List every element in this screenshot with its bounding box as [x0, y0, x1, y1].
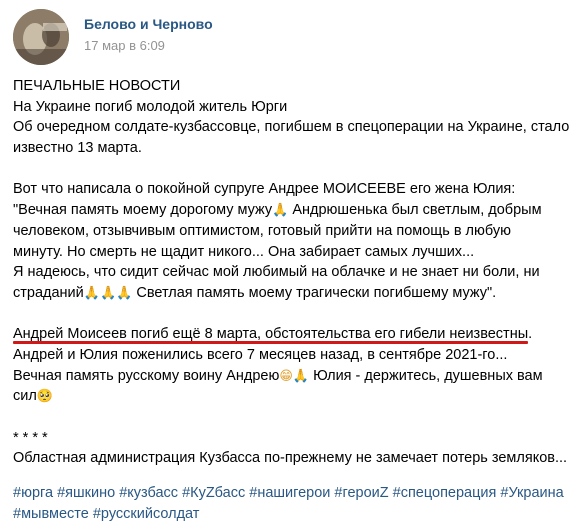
hashtag-link[interactable]: #мывместе: [13, 506, 89, 522]
hashtag-link[interactable]: #героиZ: [334, 485, 388, 501]
text-line: сил🥺: [13, 386, 573, 407]
text-line: Я надеюсь, что сидит сейчас мой любимый …: [13, 264, 540, 281]
text-line: страданий🙏🙏🙏 Светлая память моему трагич…: [13, 283, 573, 304]
hashtag-link[interactable]: #яшкино: [57, 485, 115, 501]
pray-emoji-icon: 🙏🙏🙏: [83, 285, 133, 301]
hashtag-link[interactable]: #кузбасс: [119, 485, 178, 501]
hashtag-link[interactable]: #спецоперация: [393, 485, 497, 501]
text-span: сил: [13, 388, 37, 405]
hashtag-link[interactable]: #нашигерои: [249, 485, 330, 501]
hashtag-link[interactable]: #Украина: [500, 485, 563, 501]
text-line: человеком, отзывчивым оптимистом, готовы…: [13, 222, 511, 239]
text-span: Юлия - держитесь, душевных вам: [309, 367, 543, 384]
text-span: Светлая память моему трагически погибшем…: [132, 284, 497, 301]
pleading-emoji-icon: 🥺: [36, 389, 53, 405]
text-span: Андрей Моисеев погиб ещё 8 марта, обстоя…: [13, 326, 533, 343]
text-line: На Украине погиб молодой житель Юрги: [13, 98, 288, 115]
post-text: ПЕЧАЛЬНЫЕ НОВОСТИ На Украине погиб молод…: [13, 76, 573, 469]
text-span: Вечная память русскому воину Андрею: [13, 367, 280, 384]
hashtag-link[interactable]: #русскийсолдат: [93, 506, 200, 522]
text-line: * * * *: [13, 429, 48, 446]
text-line: Андрей и Юлия поженились всего 7 месяцев…: [13, 346, 508, 363]
post: Белово и Черново 17 мар в 6:09 ПЕЧАЛЬНЫЕ…: [0, 0, 577, 532]
text-line: ПЕЧАЛЬНЫЕ НОВОСТИ: [13, 78, 181, 94]
hashtag-link[interactable]: #юрга: [13, 485, 53, 501]
text-line: "Вечная память моему дорогому мужу🙏 Андр…: [13, 200, 573, 221]
grin-pray-emoji-icon: 😁🙏: [279, 368, 310, 384]
hashtag-line: #мывместе #русскийсолдат: [13, 504, 573, 525]
post-time[interactable]: 17 мар в 6:09: [84, 38, 165, 53]
text-line: Вот что написала о покойной супруге Андр…: [13, 181, 516, 198]
pray-emoji-icon: 🙏: [272, 203, 289, 219]
red-underline-mark: [13, 341, 528, 345]
hashtags: #юрга #яшкино #кузбасс #КуZбасс #нашигер…: [13, 483, 573, 525]
text-span: страданий: [13, 284, 84, 301]
text-line: минуту. Но смерть не щадит никого... Она…: [13, 243, 475, 260]
text-span: Андрюшенька был светлым, добрым: [288, 202, 542, 219]
highlighted-line: Андрей Моисеев погиб ещё 8 марта, обстоя…: [13, 324, 573, 345]
hashtag-link[interactable]: #КуZбасс: [182, 485, 245, 501]
community-avatar[interactable]: [13, 9, 69, 65]
text-line: Об очередном солдате-кузбассовце, погибш…: [13, 119, 570, 136]
text-line: Областная администрация Кузбасса по-преж…: [13, 450, 568, 467]
text-span: "Вечная память моему дорогому мужу: [13, 202, 273, 219]
text-line: Вечная память русскому воину Андрею😁🙏 Юл…: [13, 366, 573, 387]
author-name[interactable]: Белово и Черново: [84, 16, 213, 32]
avatar-image: [13, 9, 69, 65]
hashtag-line: #юрга #яшкино #кузбасс #КуZбасс #нашигер…: [13, 483, 573, 504]
text-line: известно 13 марта.: [13, 140, 142, 157]
